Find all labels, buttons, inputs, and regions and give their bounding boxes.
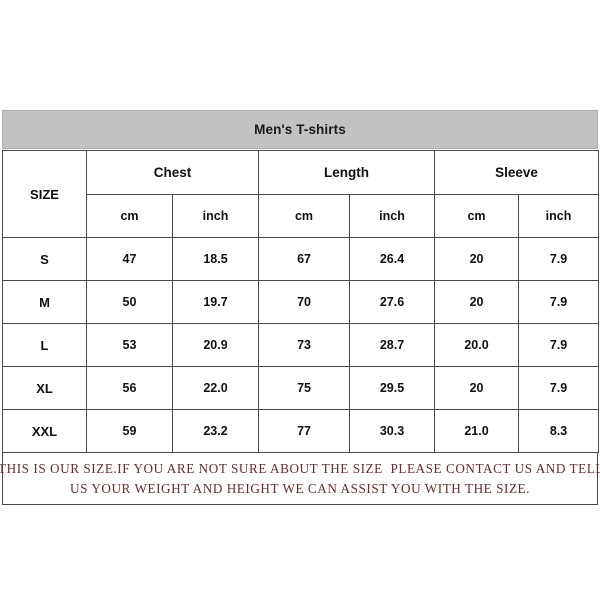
footer-note: THIS IS OUR SIZE.IF YOU ARE NOT SURE ABO…: [0, 453, 600, 505]
cell-length-cm: 70: [258, 280, 351, 324]
header-row-groups: SIZE Chest Length Sleeve: [2, 150, 600, 238]
cell-sleeve-inch: 7.9: [518, 237, 600, 281]
cell-chest-cm: 56: [86, 366, 173, 410]
cell-chest-cm: 59: [86, 409, 173, 453]
table-row: M 50 19.7 70 27.6 20 7.9: [2, 280, 600, 324]
cell-length-cm: 77: [258, 409, 351, 453]
cell-size: XXL: [2, 409, 87, 453]
size-table: SIZE Chest Length Sleeve cm inch cm inch…: [2, 150, 600, 453]
cell-sleeve-cm: 20: [434, 280, 520, 324]
table-row: XL 56 22.0 75 29.5 20 7.9: [2, 366, 600, 410]
header-row-units: cm inch cm inch cm inch: [3, 194, 600, 238]
column-group-length: Length: [258, 150, 436, 195]
cell-size: XL: [2, 366, 87, 410]
column-group-sleeve: Sleeve: [434, 150, 600, 195]
footer-note-line-1: THIS IS OUR SIZE.IF YOU ARE NOT SURE ABO…: [0, 460, 600, 476]
column-header-chest-inch: inch: [171, 194, 260, 238]
cell-chest-cm: 47: [86, 237, 173, 281]
column-header-chest-cm: cm: [86, 194, 173, 238]
cell-size: M: [2, 280, 87, 324]
cell-length-inch: 27.6: [349, 280, 436, 324]
cell-length-inch: 28.7: [349, 323, 436, 367]
cell-sleeve-cm: 20: [434, 237, 520, 281]
cell-sleeve-cm: 21.0: [434, 409, 520, 453]
cell-size: L: [2, 323, 87, 367]
column-header-length-cm: cm: [258, 194, 351, 238]
size-chart: Men's T-shirts SIZE Chest Length Sleeve …: [0, 110, 600, 505]
column-header-sleeve-cm: cm: [434, 194, 520, 238]
column-header-length-inch: inch: [349, 194, 436, 238]
footer-note-line-2: US YOUR WEIGHT AND HEIGHT WE CAN ASSIST …: [70, 480, 530, 496]
cell-length-cm: 75: [258, 366, 351, 410]
table-body: S 47 18.5 67 26.4 20 7.9 M 50 19.7 70 27…: [2, 237, 600, 453]
chart-title: Men's T-shirts: [254, 122, 346, 137]
table-row: L 53 20.9 73 28.7 20.0 7.9: [2, 323, 600, 367]
cell-sleeve-inch: 7.9: [518, 280, 600, 324]
cell-length-cm: 73: [258, 323, 351, 367]
cell-length-inch: 30.3: [349, 409, 436, 453]
cell-length-cm: 67: [258, 237, 351, 281]
cell-sleeve-inch: 7.9: [518, 366, 600, 410]
table-row: XXL 59 23.2 77 30.3 21.0 8.3: [2, 409, 600, 453]
cell-sleeve-cm: 20: [434, 366, 520, 410]
column-header-sleeve-inch: inch: [518, 194, 600, 238]
cell-chest-inch: 20.9: [171, 323, 260, 367]
cell-chest-cm: 53: [86, 323, 173, 367]
column-group-chest: Chest: [85, 150, 260, 195]
cell-size: S: [2, 237, 87, 281]
cell-chest-inch: 19.7: [171, 280, 260, 324]
cell-chest-inch: 18.5: [171, 237, 260, 281]
cell-length-inch: 26.4: [349, 237, 436, 281]
column-header-size: SIZE: [2, 150, 87, 238]
cell-sleeve-inch: 7.9: [518, 323, 600, 367]
cell-chest-inch: 22.0: [171, 366, 260, 410]
cell-length-inch: 29.5: [349, 366, 436, 410]
table-head: SIZE Chest Length Sleeve cm inch cm inch…: [2, 150, 600, 238]
cell-sleeve-inch: 8.3: [518, 409, 600, 453]
cell-sleeve-cm: 20.0: [434, 323, 520, 367]
cell-chest-inch: 23.2: [171, 409, 260, 453]
cell-chest-cm: 50: [86, 280, 173, 324]
chart-title-band: Men's T-shirts: [2, 110, 598, 149]
table-row: S 47 18.5 67 26.4 20 7.9: [2, 237, 600, 281]
